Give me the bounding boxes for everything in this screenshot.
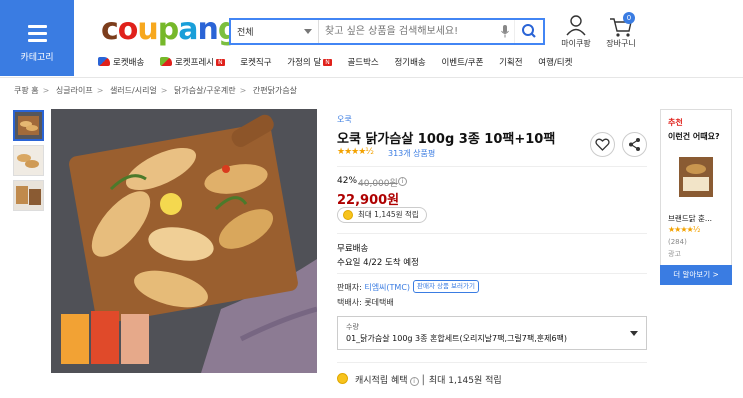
header-divider (0, 77, 743, 78)
user-icon (566, 15, 586, 36)
new-badge: N (216, 59, 225, 66)
nav-item-events[interactable]: 이벤트/쿠폰 (441, 56, 483, 68)
cart-count-badge: 0 (623, 12, 635, 24)
nav-item-rocket-delivery[interactable]: 로켓배송 (98, 56, 144, 68)
option-value: 01_닭가슴살 100g 3종 혼합세트(오리지날7팩,그릴7팩,훈제6팩) (346, 334, 568, 343)
seller-info: 판매자: 티엠씨(TMC) (337, 283, 411, 292)
cart-label: 장바구니 (606, 39, 636, 48)
product-thumbnail[interactable] (13, 145, 44, 176)
nav-item-rocket-fresh[interactable]: 로켓프레시 N (159, 56, 225, 68)
rocket-blue-icon (98, 57, 110, 66)
learn-more-button[interactable]: 더 알아보기 > (660, 265, 732, 285)
nav-item-travel[interactable]: 여행/티켓 (538, 56, 572, 68)
coin-icon (343, 210, 353, 220)
search-input[interactable] (323, 20, 503, 43)
recommend-item-image[interactable] (679, 157, 713, 197)
seller-link[interactable]: 티엠씨(TMC) (364, 283, 410, 292)
breadcrumb-item[interactable]: 쿠팡 홈 (14, 86, 39, 95)
divider (337, 362, 647, 363)
cash-reward-row: 캐시적립 혜택 i │ 최대 1,145원 적립 (355, 376, 502, 386)
chevron-down-icon (630, 331, 638, 336)
option-select[interactable]: 수량 01_닭가슴살 100g 3종 혼합세트(오리지날7팩,그릴7팩,훈제6팩… (337, 316, 647, 350)
share-icon (629, 138, 640, 151)
breadcrumb: 쿠팡 홈 > 싱글라이프 > 샐러드/시리얼 > 닭가슴살/구운계란 > 간편닭가슴살 (14, 86, 298, 95)
search-category-select[interactable]: 전체 (231, 20, 319, 43)
category-menu-button[interactable]: 카테고리 (0, 0, 74, 76)
review-count-link[interactable]: 313개 상품평 (388, 148, 435, 159)
breadcrumb-item[interactable]: 간편닭가슴살 (253, 86, 297, 95)
recommend-item-stars: ★★★★½ (668, 225, 700, 234)
share-button[interactable] (622, 132, 647, 157)
mypage-button[interactable]: 마이쿠팡 (557, 14, 595, 49)
search-bar: 전체 (229, 18, 545, 45)
recommend-item-name[interactable]: 브랜드닭 훈... (668, 213, 712, 224)
product-thumbnail[interactable] (13, 110, 44, 141)
ad-label: 광고 (668, 250, 681, 258)
sale-price: 22,900원 (337, 193, 400, 208)
nav-item-goldbox[interactable]: 골드박스 (347, 56, 378, 68)
product-thumbnail[interactable] (13, 180, 44, 211)
recommend-subtitle: 이런건 어때요? (668, 132, 720, 141)
category-label: 카테고리 (20, 53, 54, 63)
rocket-green-icon (159, 57, 172, 66)
rating-stars: ★★★★½ (337, 147, 374, 157)
info-icon[interactable]: i (398, 177, 407, 186)
microphone-icon[interactable] (500, 24, 510, 39)
product-title: 오쿡 닭가슴살 100g 3종 10팩+10팩 (337, 132, 556, 147)
breadcrumb-item[interactable]: 싱글라이프 (56, 86, 93, 95)
search-icon (522, 24, 536, 38)
recommend-item-count: (284) (668, 238, 687, 246)
coin-icon (337, 373, 348, 384)
new-badge: N (323, 59, 332, 66)
nav-item-subscription[interactable]: 정기배송 (394, 56, 425, 68)
search-button[interactable] (514, 20, 543, 43)
brand-link[interactable]: 오쿡 (337, 114, 352, 125)
product-main-image[interactable] (51, 109, 317, 373)
mypage-label: 마이쿠팡 (561, 39, 591, 48)
discount-rate: 42% (337, 176, 358, 186)
nav-item-rocket-global[interactable]: 로켓직구 (240, 56, 271, 68)
heart-icon (595, 138, 610, 151)
breadcrumb-item[interactable]: 샐러드/시리얼 (110, 86, 157, 95)
recommend-title: 추천 (668, 118, 683, 127)
cart-button[interactable]: 0 장바구니 (601, 12, 641, 49)
delivery-company: 택배사: 롯데택배 (337, 298, 394, 307)
wishlist-button[interactable] (590, 132, 615, 157)
divider (337, 233, 647, 234)
breadcrumb-item[interactable]: 닭가슴살/구운계란 (174, 86, 236, 95)
coupang-logo[interactable]: coupang (101, 12, 239, 47)
free-shipping-label: 무료배송 (337, 244, 369, 254)
option-label: 수량 (346, 323, 359, 331)
recommend-panel: 추천 이런건 어때요? 브랜드닭 훈... ★★★★½ (284) 광고 (660, 109, 732, 285)
nav-item-exhibitions[interactable]: 기획전 (499, 56, 522, 68)
delivery-date: 수요일 4/22 도착 예정 (337, 258, 419, 268)
main-nav: 로켓배송 로켓프레시 N 로켓직구 가정의 달N 골드박스 정기배송 이벤트/쿠폰… (98, 56, 585, 74)
original-price: 40,000원 (358, 179, 398, 189)
info-icon[interactable]: i (409, 377, 419, 386)
divider (337, 273, 647, 274)
divider (337, 166, 647, 167)
nav-item-family-month[interactable]: 가정의 달N (287, 56, 332, 68)
chevron-down-icon (304, 29, 312, 34)
seller-products-button[interactable]: 판매자 상품 보러가기 (413, 280, 479, 293)
hamburger-icon (28, 25, 47, 42)
